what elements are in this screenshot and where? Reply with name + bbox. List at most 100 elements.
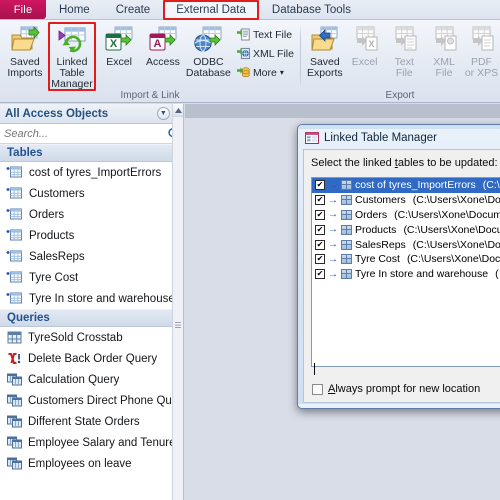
table-path: (C:\Users\Xone\Docu — [403, 223, 500, 236]
table-row[interactable]: → cost of tyres_ImportErrors (C:\ — [312, 178, 500, 193]
nav-item-products[interactable]: Products — [0, 225, 183, 246]
saved-imports-button[interactable]: Saved Imports — [3, 23, 47, 79]
linked-table-icon — [6, 166, 23, 179]
import-xml-file-label: XML File — [252, 47, 294, 60]
ribbon-group-import-link: Saved Imports Linked Table Manager X Exc… — [0, 20, 300, 103]
nav-item-salesreps[interactable]: SalesReps — [0, 246, 183, 267]
nav-item-label: Different State Orders — [28, 415, 140, 428]
linked-tables-listbox[interactable]: → cost of tyres_ImportErrors (C:\ → Cust… — [311, 177, 500, 367]
row-checkbox[interactable] — [315, 224, 325, 235]
import-text-file-label: Text File — [252, 28, 293, 41]
link-arrow-icon: → — [328, 253, 338, 265]
nav-item-label: Customers Direct Phone Qu... — [28, 394, 182, 407]
table-row[interactable]: → SalesReps (C:\Users\Xone\Doc — [312, 237, 500, 252]
row-checkbox[interactable] — [315, 209, 325, 220]
nav-item-label: Calculation Query — [28, 373, 120, 386]
link-arrow-icon: → — [328, 239, 338, 251]
odbc-database-icon — [193, 25, 223, 55]
linked-table-icon — [6, 250, 23, 263]
linked-table-icon — [6, 292, 23, 305]
export-excel-button[interactable]: X Excel — [345, 23, 385, 68]
nav-item-tyre-cost[interactable]: Tyre Cost — [0, 267, 183, 288]
scrollbar-thumb[interactable]: ☰ — [174, 319, 182, 333]
nav-group-tables[interactable]: Tables ^ — [0, 144, 183, 162]
table-row[interactable]: → Orders (C:\Users\Xone\Docum — [312, 208, 500, 223]
nav-item-customers[interactable]: Customers — [0, 183, 183, 204]
tab-file[interactable]: File — [0, 0, 46, 19]
xml-file-export-icon — [429, 25, 459, 55]
table-icon — [341, 254, 352, 265]
search-input[interactable] — [4, 127, 167, 140]
nav-item-different-state-orders[interactable]: Different State Orders — [0, 411, 183, 432]
nav-group-tables-label: Tables — [7, 147, 43, 159]
nav-item-orders[interactable]: Orders — [0, 204, 183, 225]
export-text-file-button[interactable]: Text File — [384, 23, 424, 79]
always-prompt-checkbox[interactable] — [312, 383, 323, 395]
link-arrow-icon: → — [328, 209, 338, 221]
tab-external-data[interactable]: External Data — [163, 0, 259, 20]
access-import-icon: A — [148, 25, 178, 55]
row-checkbox[interactable] — [315, 239, 325, 250]
nav-group-queries[interactable]: Queries ^ — [0, 309, 183, 327]
import-small-buttons: Text File XML File More ▾ — [232, 23, 300, 81]
xml-file-icon — [236, 47, 250, 60]
select-query-icon — [6, 436, 22, 449]
saved-exports-button[interactable]: Saved Exports — [305, 23, 345, 79]
dialog-title-bar[interactable]: Linked Table Manager — [302, 128, 500, 148]
table-icon — [341, 195, 352, 206]
nav-item-tyresold-crosstab[interactable]: TyreSold Crosstab — [0, 327, 183, 348]
table-row[interactable]: → Tyre Cost (C:\Users\Xone\Docu — [312, 252, 500, 267]
link-arrow-icon: → — [328, 268, 338, 280]
export-xml-file-button[interactable]: XML File — [424, 23, 464, 79]
delete-query-icon — [6, 352, 22, 365]
table-row[interactable]: → Products (C:\Users\Xone\Docu — [312, 222, 500, 237]
linked-table-manager-button[interactable]: Linked Table Manager — [47, 22, 98, 91]
nav-item-cost-of-tyres-importerrors[interactable]: cost of tyres_ImportErrors — [0, 162, 183, 183]
select-query-icon — [6, 457, 22, 470]
nav-item-employee-salary-and-tenure[interactable]: Employee Salary and Tenure... — [0, 432, 183, 453]
svg-text:A: A — [153, 38, 161, 50]
text-file-icon — [236, 28, 250, 41]
odbc-database-button[interactable]: ODBC Database — [185, 23, 232, 79]
linked-table-icon — [6, 271, 23, 284]
always-prompt-checkbox-row[interactable]: Always prompt for new location — [312, 383, 480, 395]
row-checkbox[interactable] — [315, 254, 325, 265]
nav-item-calculation-query[interactable]: Calculation Query — [0, 369, 183, 390]
nav-item-delete-back-order-query[interactable]: Delete Back Order Query — [0, 348, 183, 369]
nav-item-label: Products — [29, 229, 75, 242]
nav-item-tyre-in-store-and-warehouse[interactable]: Tyre In store and warehouse — [0, 288, 183, 309]
import-text-file-button[interactable]: Text File — [236, 26, 297, 43]
import-xml-file-button[interactable]: XML File — [236, 45, 297, 62]
nav-item-employees-on-leave[interactable]: Employees on leave — [0, 453, 183, 474]
nav-item-customers-direct-phone-query[interactable]: Customers Direct Phone Qu... — [0, 390, 183, 411]
import-access-button[interactable]: A Access — [141, 23, 185, 68]
ribbon-tab-bar: File Home Create External Data Database … — [0, 0, 500, 20]
export-pdf-xps-button[interactable]: PDF or XPS — [464, 23, 499, 79]
import-excel-button[interactable]: X Excel — [97, 23, 141, 68]
navigation-pane-header[interactable]: All Access Objects ▼ « — [0, 104, 183, 124]
tab-home[interactable]: Home — [46, 0, 103, 19]
scroll-up-button[interactable] — [173, 104, 183, 117]
row-checkbox[interactable] — [315, 195, 325, 206]
odbc-database-label-line2: Database — [185, 67, 231, 79]
table-name: SalesReps — [355, 238, 406, 251]
import-link-group-title: Import & Link — [120, 90, 180, 101]
nav-item-label: Customers — [29, 187, 85, 200]
import-more-button[interactable]: More ▾ — [236, 64, 297, 81]
table-row[interactable]: → Customers (C:\Users\Xone\Doc — [312, 193, 500, 208]
row-checkbox[interactable] — [315, 269, 325, 280]
navigation-pane-scrollbar[interactable]: ☰ — [172, 104, 183, 500]
chevron-down-icon[interactable]: ▼ — [156, 107, 170, 120]
text-file-export-icon — [389, 25, 419, 55]
dialog-prompt: Select the linked tables to be updated: — [304, 150, 500, 173]
navigation-pane: All Access Objects ▼ « Tables ^ — [0, 104, 184, 500]
table-icon — [341, 239, 352, 250]
link-arrow-icon: → — [328, 194, 338, 206]
select-query-icon — [6, 415, 22, 428]
row-checkbox[interactable] — [315, 180, 325, 191]
tab-create[interactable]: Create — [103, 0, 164, 19]
table-row[interactable]: → Tyre In store and warehouse ( — [312, 267, 500, 282]
table-name: cost of tyres_ImportErrors — [355, 179, 476, 192]
tab-database-tools[interactable]: Database Tools — [259, 0, 364, 19]
table-icon — [341, 269, 352, 280]
